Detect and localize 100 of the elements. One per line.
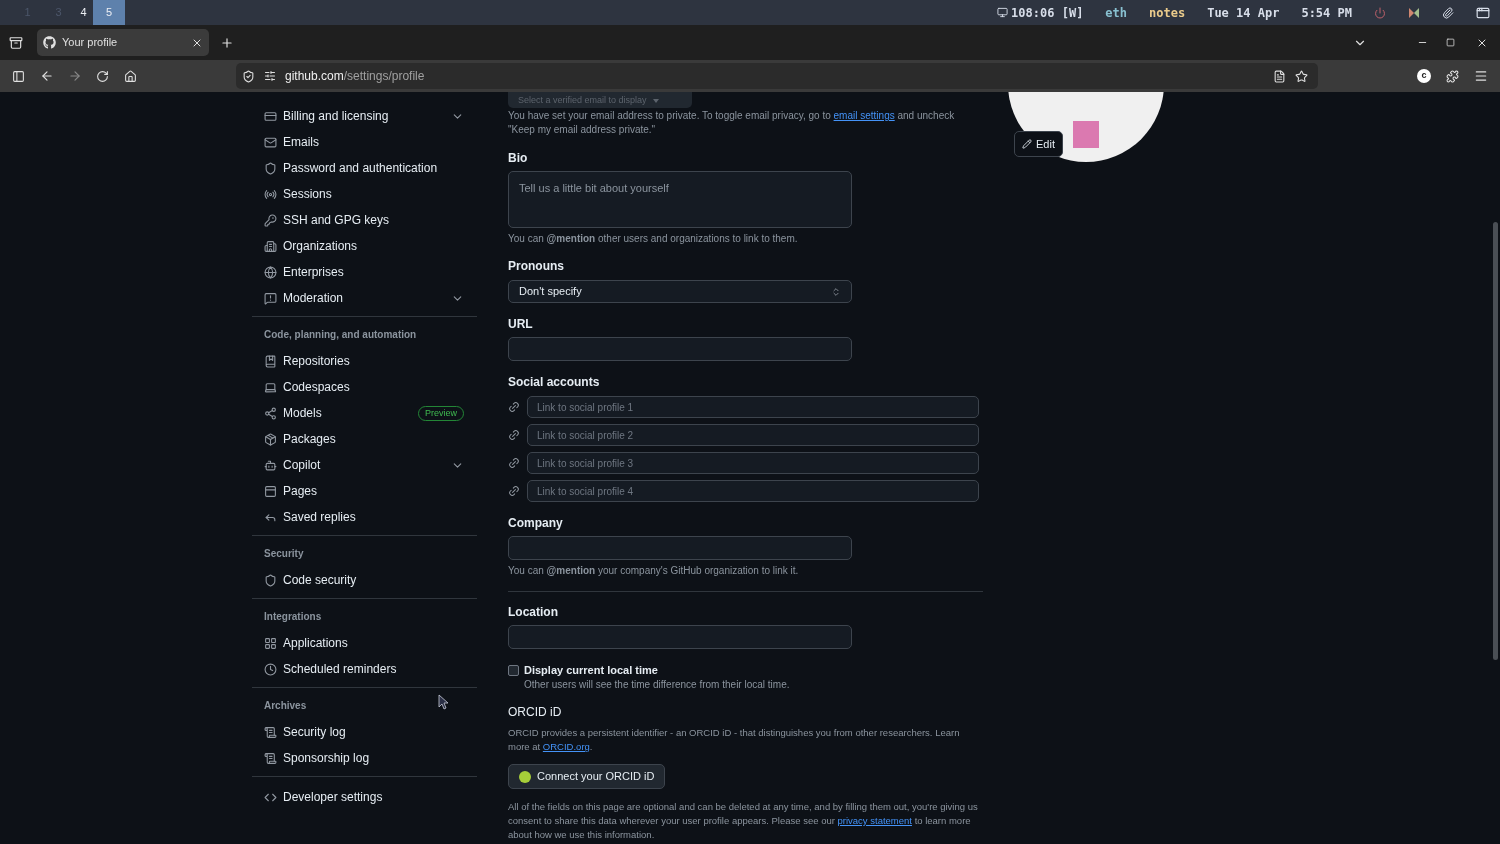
nodes-icon <box>264 406 277 420</box>
scrollbar-thumb[interactable] <box>1493 222 1498 660</box>
privacy-statement-link[interactable]: privacy statement <box>837 815 912 826</box>
pencil-icon <box>1022 139 1032 149</box>
status-text: 108:06 [W] <box>1011 4 1084 22</box>
grid-icon <box>264 636 277 650</box>
caret-icon <box>652 99 659 103</box>
star-icon <box>1295 69 1308 83</box>
app-icon[interactable] <box>1408 6 1420 19</box>
sidebar-item[interactable]: Applications <box>252 630 477 656</box>
sidebar-item[interactable]: Saved replies <box>252 504 477 530</box>
help-text: You can @mention your company's GitHub organization to link it. <box>508 564 799 578</box>
section-heading: Archives <box>264 699 307 713</box>
help-text: Other users will see the time difference from their local time. <box>524 678 790 692</box>
log-icon <box>264 725 277 739</box>
key-icon <box>264 213 277 227</box>
input-field[interactable] <box>508 625 852 649</box>
robot-icon <box>264 458 277 472</box>
monitor-icon <box>997 7 1009 18</box>
sidebar-item[interactable]: Moderation <box>252 285 477 311</box>
field-label: URL <box>508 316 533 332</box>
section-heading: Security <box>264 547 304 561</box>
input-field[interactable]: Link to social profile 3 <box>527 452 979 474</box>
maximize-icon[interactable] <box>1446 38 1455 47</box>
field-label: Company <box>508 515 563 531</box>
paperclip-icon[interactable] <box>1442 6 1454 19</box>
broadcast-icon <box>264 187 277 201</box>
sidebar-item[interactable]: Organizations <box>252 233 477 259</box>
help-text: You can @mention other users and organizations to link to them. <box>508 232 798 246</box>
field-label: Bio <box>508 150 528 166</box>
back-icon[interactable] <box>40 69 54 83</box>
account-avatar[interactable]: c <box>1417 69 1431 83</box>
github-logo-icon <box>43 36 56 49</box>
tab-list-icon[interactable] <box>9 35 23 50</box>
sidebar-item[interactable]: Copilot <box>252 452 477 478</box>
status-text: 5:54 PM <box>1301 4 1352 22</box>
address-bar[interactable]: github.com/settings/profile <box>236 63 1318 89</box>
input-field[interactable]: Link to social profile 4 <box>527 480 979 502</box>
checkbox-label: Display current local time <box>524 662 658 678</box>
orcid-description: ORCID provides a persistent identifier - an ORCID iD - that distinguishes you from other researchers. Learn more at ORCID.org. <box>508 726 961 754</box>
section-heading: Code, planning, and automation <box>264 328 417 342</box>
shield-icon <box>264 161 277 175</box>
section-heading: Integrations <box>264 610 322 624</box>
sidebar-item[interactable]: Sessions <box>252 181 477 207</box>
sidebar-item[interactable]: Packages <box>252 426 477 452</box>
extension-icon[interactable] <box>1446 69 1459 83</box>
browser-tab[interactable]: Your profile <box>37 29 209 56</box>
status-text: Tue 14 Apr <box>1207 4 1280 22</box>
sidebar-item[interactable]: Code security <box>252 567 477 593</box>
sidebar-item[interactable]: Repositories <box>252 348 477 374</box>
bio-field[interactable]: Tell us a little bit about yourself <box>508 171 852 228</box>
email-settings-link[interactable]: email settings <box>833 110 895 121</box>
sidebar-item[interactable]: Models Preview <box>252 400 477 426</box>
checkbox[interactable] <box>508 664 519 676</box>
field-label: Pronouns <box>508 258 564 274</box>
sidebar-item[interactable]: Billing and licensing <box>252 103 477 129</box>
edit-avatar-button[interactable]: Edit <box>1014 131 1063 157</box>
package-icon <box>264 432 277 446</box>
mail-icon <box>264 135 277 149</box>
sidebar-icon[interactable] <box>12 69 25 83</box>
menu-icon[interactable] <box>1474 69 1488 83</box>
shield-icon <box>264 573 277 587</box>
input-field[interactable]: Link to social profile 1 <box>527 396 979 418</box>
sidebar-item[interactable]: Scheduled reminders <box>252 656 477 682</box>
select-arrows-icon <box>831 286 841 297</box>
report-icon <box>264 291 277 305</box>
laptop-icon <box>264 380 277 394</box>
sidebar-item[interactable]: SSH and GPG keys <box>252 207 477 233</box>
reload-icon[interactable] <box>96 69 109 83</box>
input-field[interactable] <box>508 337 852 361</box>
forward-icon[interactable] <box>68 69 82 83</box>
log-icon <box>264 751 277 765</box>
building-icon <box>264 239 277 253</box>
footer-text: All of the fields on this page are optional and can be deleted at any time, and by filling them out, you're giving us consent to share this data wherever your user profile appears. Please see our privacy statement to learn more about how we use this information. <box>508 800 979 842</box>
sidebar-item[interactable]: Password and authentication <box>252 155 477 181</box>
shield-icon <box>242 69 255 83</box>
workspace-button[interactable]: 5 <box>93 0 125 25</box>
sidebar-item[interactable]: Enterprises <box>252 259 477 285</box>
permissions-icon <box>264 70 276 82</box>
orcid-logo-icon <box>519 770 531 783</box>
pronouns-select[interactable]: Don't specify <box>508 280 852 303</box>
status-text: eth <box>1105 4 1128 22</box>
input-field[interactable] <box>508 536 852 560</box>
sidebar-item[interactable]: Pages <box>252 478 477 504</box>
card-icon <box>264 109 277 123</box>
repo-icon <box>264 354 277 368</box>
clock-icon <box>264 662 277 676</box>
home-icon[interactable] <box>124 69 137 83</box>
sidebar-item[interactable]: Emails <box>252 129 477 155</box>
sidebar-item[interactable]: Sponsorship log <box>252 745 477 771</box>
new-tab-icon[interactable] <box>220 35 234 50</box>
workspace-button[interactable]: 4 <box>74 0 93 25</box>
sidebar-item[interactable]: Security log <box>252 719 477 745</box>
sidebar-item[interactable]: Codespaces <box>252 374 477 400</box>
connect-orcid-button[interactable]: Connect your ORCID iD <box>508 764 666 789</box>
window-icon[interactable] <box>1476 5 1490 20</box>
status-text: notes <box>1149 4 1186 22</box>
input-field[interactable]: Link to social profile 2 <box>527 424 979 446</box>
sidebar-item[interactable]: Developer settings <box>252 784 477 810</box>
orcid-link[interactable]: ORCID.org <box>542 741 590 752</box>
